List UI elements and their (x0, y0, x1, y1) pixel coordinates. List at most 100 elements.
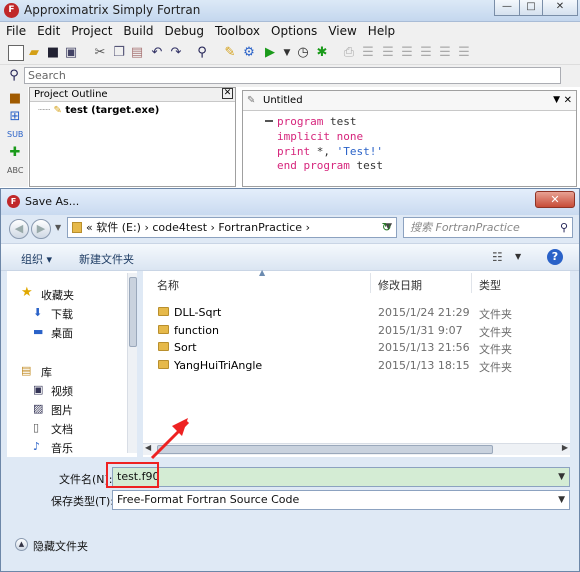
dialog-title: Save As... (25, 195, 80, 208)
nav-favorites[interactable]: 收藏夹 (41, 287, 74, 303)
scroll-right-icon[interactable]: ▶ (562, 443, 568, 452)
nav-documents[interactable]: 文档 (51, 421, 73, 437)
menu-build[interactable]: Build (117, 22, 158, 38)
puzzle-icon[interactable]: ✚ (7, 145, 23, 161)
search-input[interactable]: Search (24, 67, 561, 84)
nav-downloads[interactable]: 下载 (51, 306, 73, 322)
hide-folders-button[interactable]: 隐藏文件夹 (33, 538, 88, 554)
file-row[interactable]: function 2015/1/31 9:07 文件夹 (143, 322, 563, 339)
minimize-button[interactable]: — (494, 0, 520, 16)
undo-icon[interactable]: ↶ (149, 45, 165, 61)
outline-header: Project Outline ✕ (30, 88, 235, 102)
debug-icon[interactable]: ◷ (295, 45, 311, 61)
column-modified[interactable]: 修改日期 (378, 277, 422, 293)
align-1-icon[interactable]: ☰ (360, 45, 376, 61)
nav-desktop[interactable]: 桌面 (51, 325, 73, 341)
address-bar[interactable]: « 软件 (E:) › code4test › FortranPractice … (67, 217, 397, 238)
new-folder-button[interactable]: 新建文件夹 (79, 251, 134, 267)
new-file-icon[interactable] (8, 45, 24, 61)
menu-view[interactable]: View (322, 22, 361, 38)
filetype-select[interactable]: Free-Format Fortran Source Code ▼ (112, 490, 570, 510)
nav-music[interactable]: 音乐 (51, 440, 73, 456)
gear-icon[interactable]: ⚙ (241, 45, 257, 61)
save-all-icon[interactable]: ▣ (63, 45, 79, 61)
fold-marker[interactable] (265, 120, 273, 122)
nav-scrollbar[interactable] (127, 273, 137, 453)
run-dropdown-icon[interactable]: ▼ (279, 45, 295, 61)
library-icon: ▤ (21, 364, 32, 377)
save-icon[interactable]: ■ (45, 45, 61, 61)
navigation-row: ◀ ▶ ▼ « 软件 (E:) › code4test › FortranPra… (1, 215, 579, 241)
menu-toolbox[interactable]: Toolbox (209, 22, 265, 38)
folder-search-input[interactable]: 搜索 FortranPractice ⚲ (403, 217, 573, 238)
cut-icon[interactable]: ✂ (92, 45, 108, 61)
file-name: DLL-Sqrt (174, 306, 222, 319)
nav-videos[interactable]: 视频 (51, 383, 73, 399)
back-button[interactable]: ◀ (9, 219, 29, 239)
forward-button[interactable]: ▶ (31, 219, 51, 239)
align-2-icon[interactable]: ☰ (380, 45, 396, 61)
align-4-icon[interactable]: ☰ (418, 45, 434, 61)
open-folder-icon[interactable]: ▰ (26, 45, 42, 61)
file-row[interactable]: Sort 2015/1/13 21:56 文件夹 (143, 339, 563, 356)
run-icon[interactable]: ▶ (262, 45, 278, 61)
close-window-button[interactable]: ✕ (542, 0, 578, 16)
column-name[interactable]: 名称 (157, 277, 179, 293)
close-tab-icon[interactable]: ✕ (564, 91, 572, 110)
nav-scroll-thumb[interactable] (129, 277, 137, 347)
print-icon[interactable]: ⎙ (341, 45, 357, 61)
code-line-4[interactable]: end program test (277, 159, 383, 172)
align-3-icon[interactable]: ☰ (399, 45, 415, 61)
view-dropdown-icon[interactable]: ▼ (515, 252, 521, 261)
copy-icon[interactable]: ❐ (111, 45, 127, 61)
app-logo-icon: F (4, 3, 19, 18)
align-5-icon[interactable]: ☰ (437, 45, 453, 61)
column-divider (370, 273, 371, 293)
build-icon[interactable]: ✎ (222, 45, 238, 61)
nav-pictures[interactable]: 图片 (51, 402, 73, 418)
filetype-dropdown-icon[interactable]: ▼ (558, 491, 565, 509)
help-icon[interactable]: ? (547, 249, 563, 265)
abc-icon[interactable]: ABC (7, 163, 23, 179)
organize-button[interactable]: 组织 ▾ (21, 251, 52, 267)
menu-edit[interactable]: Edit (31, 22, 65, 38)
file-row[interactable]: DLL-Sqrt 2015/1/24 21:29 文件夹 (143, 304, 563, 321)
search-icon: ⚲ (559, 221, 568, 234)
menu-debug[interactable]: Debug (159, 22, 209, 38)
view-icon[interactable]: ☷ (492, 250, 503, 264)
menu-file[interactable]: File (0, 22, 31, 38)
video-icon: ▣ (33, 383, 44, 396)
book-icon[interactable]: ■ (7, 91, 23, 107)
code-line-3[interactable]: print *, 'Test!' (277, 145, 383, 158)
command-bar: 组织 ▾ 新建文件夹 ☷ ▼ ? (1, 243, 579, 271)
refresh-icon[interactable]: ↻ (377, 218, 396, 237)
column-type[interactable]: 类型 (479, 277, 501, 293)
editor-tab[interactable]: ✎ Untitled ▼ ✕ (243, 91, 576, 111)
nav-library[interactable]: 库 (41, 364, 52, 380)
paste-icon[interactable]: ▤ (129, 45, 145, 61)
horizontal-scrollbar[interactable]: ◀ ▶ (143, 443, 570, 455)
tree-icon[interactable]: ⊞ (7, 109, 23, 125)
step-icon[interactable]: ✱ (314, 45, 330, 61)
sub-icon[interactable]: SUB (7, 127, 23, 143)
file-row[interactable]: YangHuiTriAngle 2015/1/13 18:15 文件夹 (143, 357, 563, 374)
filename-dropdown-icon[interactable]: ▼ (558, 468, 565, 486)
redo-icon[interactable]: ↷ (168, 45, 184, 61)
menu-help[interactable]: Help (362, 22, 400, 38)
code-line-1[interactable]: program test (277, 115, 356, 128)
menu-options[interactable]: Options (265, 22, 322, 38)
close-icon[interactable]: ✕ (222, 88, 233, 99)
tab-dropdown-icon[interactable]: ▼ (553, 91, 560, 110)
history-dropdown-icon[interactable]: ▼ (55, 223, 61, 232)
star-icon: ★ (21, 285, 33, 300)
code-line-2[interactable]: implicit none (277, 130, 363, 143)
tree-item[interactable]: ┈┈ ✎ test (target.exe) (38, 105, 159, 116)
align-6-icon[interactable]: ☰ (456, 45, 472, 61)
collapse-icon[interactable]: ▲ (15, 538, 28, 551)
h-scroll-thumb[interactable] (157, 445, 493, 454)
dialog-close-button[interactable]: ✕ (535, 191, 575, 208)
menu-project[interactable]: Project (65, 22, 117, 38)
filename-input[interactable]: test.f90 ▼ (112, 467, 570, 487)
maximize-button[interactable]: □ (519, 0, 543, 16)
find-icon[interactable]: ⚲ (194, 45, 210, 61)
